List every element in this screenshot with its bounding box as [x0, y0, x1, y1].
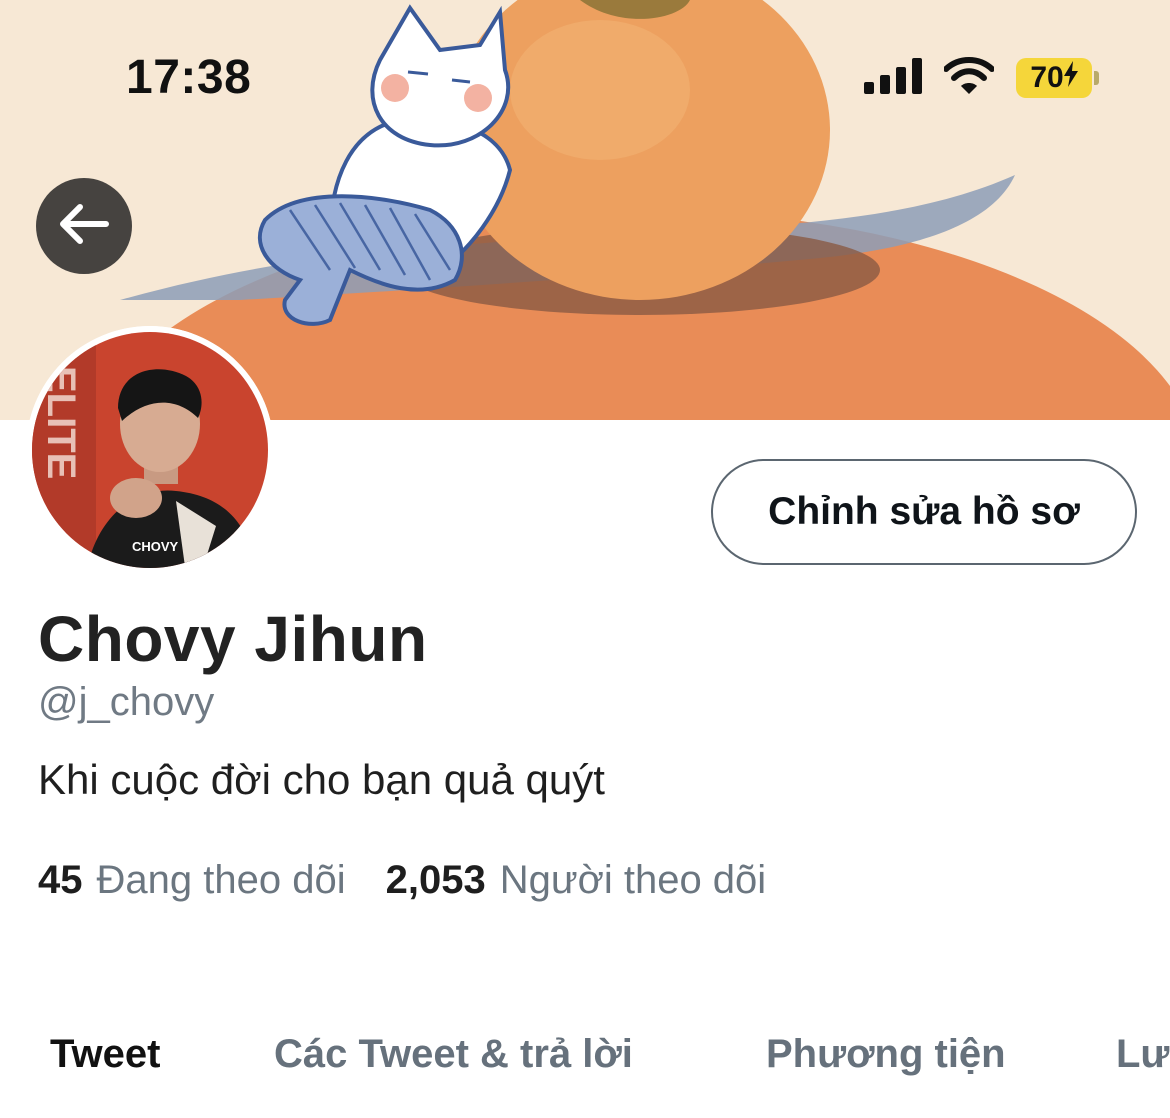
tab-likes[interactable]: Lượt thích: [1116, 1032, 1170, 1077]
tab-tweets[interactable]: Tweet: [50, 1032, 160, 1077]
profile-tabs: Tweet Các Tweet & trả lời Phương tiện Lư…: [0, 1032, 1170, 1092]
battery-indicator: 70: [1016, 58, 1099, 98]
tab-tweets-and-replies[interactable]: Các Tweet & trả lời: [274, 1032, 633, 1077]
user-handle: @j_chovy: [38, 680, 215, 724]
profile-bio: Khi cuộc đời cho bạn quả quýt: [38, 756, 605, 803]
follow-stats: 45 Đang theo dõi 2,053 Người theo dõi: [38, 858, 766, 903]
following-count: 45: [38, 858, 83, 902]
signal-icon: [864, 57, 922, 99]
status-time: 17:38: [126, 51, 252, 104]
followers-link[interactable]: 2,053 Người theo dõi: [386, 858, 767, 903]
back-button[interactable]: [36, 178, 132, 274]
avatar-text: CHOVY: [132, 539, 179, 554]
display-name: Chovy Jihun: [38, 603, 428, 675]
status-icons: 70: [864, 56, 1099, 100]
tab-media[interactable]: Phương tiện: [766, 1032, 1006, 1077]
avatar-photo: ELITE CHOVY: [26, 326, 274, 574]
followers-label: Người theo dõi: [499, 858, 767, 902]
charging-bolt-icon: [1063, 61, 1078, 95]
edit-profile-button[interactable]: Chỉnh sửa hồ sơ: [711, 459, 1137, 565]
svg-text:ELITE: ELITE: [39, 366, 83, 479]
battery-level: 70: [1030, 61, 1064, 94]
following-label: Đang theo dõi: [96, 858, 346, 902]
arrow-left-icon: [58, 202, 110, 251]
avatar[interactable]: ELITE CHOVY: [26, 326, 274, 574]
wifi-icon: [943, 56, 995, 100]
following-link[interactable]: 45 Đang theo dõi: [38, 858, 346, 903]
followers-count: 2,053: [385, 858, 486, 902]
profile-screen: 17:38 70 ELITE CHOVY Chỉnh sửa hồ sơ Cho…: [0, 0, 1170, 1118]
